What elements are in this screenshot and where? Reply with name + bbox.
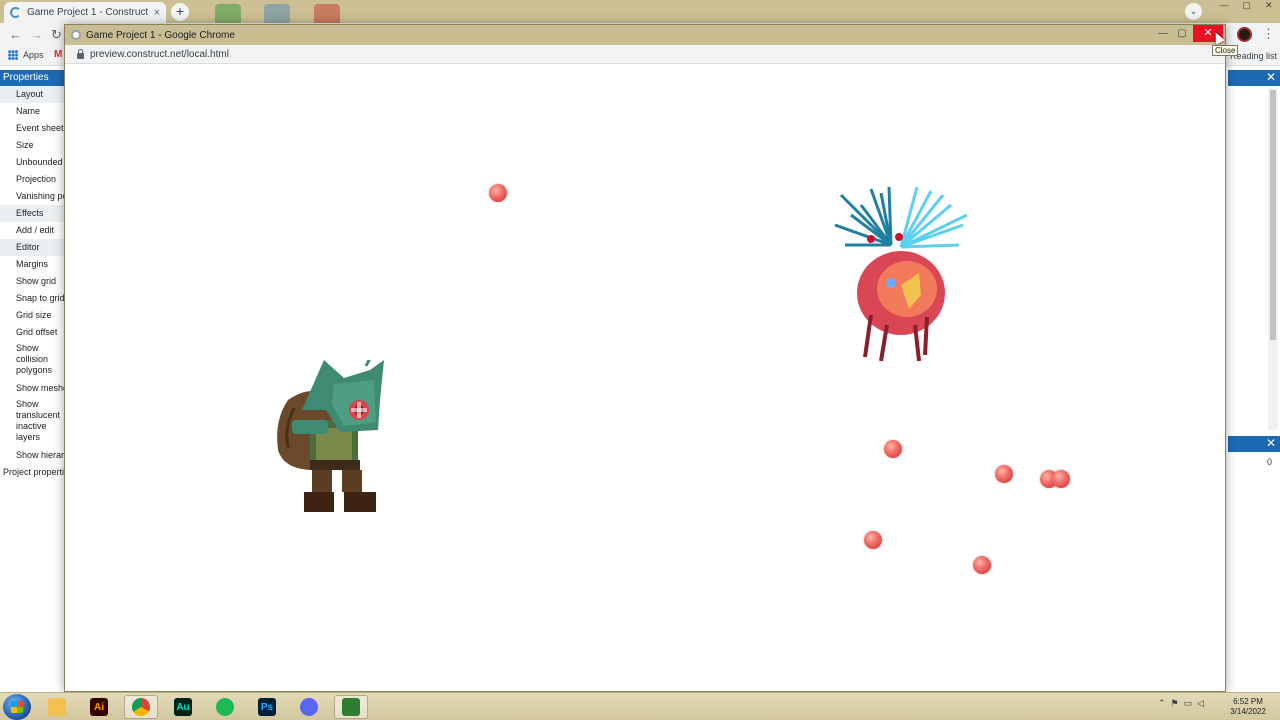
network-icon[interactable]: ▭ [1184,698,1193,709]
scrollbar-thumb[interactable] [1270,90,1276,340]
clock-date: 3/14/2022 [1230,707,1266,716]
property-section-header: Layout [0,86,66,103]
property-item[interactable]: Project properties [0,464,66,478]
chrome-menu-icon[interactable]: ⋮ [1262,26,1275,42]
property-item[interactable]: Show translucent inactive layers [0,397,66,447]
property-item[interactable]: Projection [0,171,66,188]
reload-icon[interactable]: ↻ [51,27,62,43]
gmail-icon[interactable]: M [54,49,62,60]
taskbar-illustrator-button[interactable]: Ai [82,695,116,719]
preview-window: Game Project 1 - Google Chrome — ▢ ✕ pre… [64,24,1226,692]
close-tooltip: Close [1212,45,1239,56]
property-item[interactable]: Show hierarchy [0,447,66,464]
tab-search-icon[interactable]: ⌄ [1185,3,1202,20]
property-section-header: Editor [0,239,66,256]
taskbar-chrome-button[interactable] [124,695,158,719]
flag-icon[interactable]: ⚑ [1171,698,1179,709]
game-canvas[interactable] [67,65,1223,689]
properties-list: Layout Name Event sheet Size Unbounded Projec… [0,86,66,478]
goblin-player-sprite [277,360,384,512]
projectile-orb [995,465,1013,483]
maximize-button[interactable]: ▢ [1172,27,1192,41]
taskbar-spotify-button[interactable] [208,695,242,719]
winged-bug-enemy-sprite [834,186,968,362]
property-item[interactable]: Margins [0,256,66,273]
property-item[interactable]: Show meshes [0,380,66,397]
projectile-orb [864,531,882,549]
projectile-orb [489,184,507,202]
taskbar-grid-app-button[interactable] [334,695,368,719]
property-item[interactable]: Add / edit [0,222,66,239]
profile-avatar[interactable] [1237,27,1252,42]
property-item[interactable]: Vanishing po [0,188,66,205]
chrome-icon [132,698,150,716]
background-window-controls: — ▢ ✕ [1213,0,1280,14]
right-panel-header: ✕ [1228,70,1280,86]
start-button[interactable] [3,694,31,720]
close-icon[interactable]: ✕ [1266,70,1276,84]
spotify-icon [216,698,234,716]
properties-header: Properties [0,70,66,86]
taskbar-photoshop-button[interactable]: Ps [250,695,284,719]
system-clock[interactable]: 6:52 PM 3/14/2022 [1220,697,1276,717]
new-tab-button[interactable]: + [171,3,189,21]
windows-taskbar: Ai Au Ps ⌃ ⚑ ▭ ◁ 6:52 PM 3/14/2022 [0,692,1280,720]
volume-icon[interactable]: ◁ [1197,698,1204,709]
tray-expand-icon[interactable]: ⌃ [1158,698,1166,709]
taskbar-audition-button[interactable]: Au [166,695,200,719]
right-panel-scrollbar[interactable] [1268,88,1278,430]
property-section-header: Effects [0,205,66,222]
grid-app-icon [342,698,360,716]
construct-favicon-icon [10,7,21,18]
lock-icon [77,48,84,59]
taskbar-discord-button[interactable] [292,695,326,719]
chrome-favicon-icon [71,30,81,40]
preview-title-bar[interactable]: Game Project 1 - Google Chrome [65,25,1225,45]
property-item[interactable]: Event sheet [0,120,66,137]
background-tab-strip: Game Project 1 - Construct 3 × + ⌄ — ▢ ✕ [0,0,1280,26]
photoshop-icon: Ps [258,698,276,716]
maximize-icon[interactable]: ▢ [1235,0,1257,14]
property-item[interactable]: Show grid [0,273,66,290]
back-arrow-icon[interactable]: ← [9,27,22,42]
property-item[interactable]: Grid size [0,307,66,324]
tab-close-icon[interactable]: × [154,7,160,19]
close-icon[interactable]: ✕ [1258,0,1280,14]
system-tray: ⌃ ⚑ ▭ ◁ [1158,698,1204,709]
minimize-icon[interactable]: — [1213,0,1235,14]
preview-window-title: Game Project 1 - Google Chrome [86,29,235,41]
property-item[interactable]: Unbounded [0,154,66,171]
bookmark-apps[interactable]: Apps [8,50,44,60]
projectile-orb [884,440,902,458]
forward-arrow-icon[interactable]: → [30,27,43,42]
projectile-orb [1052,470,1070,488]
background-tab[interactable]: Game Project 1 - Construct 3 × [4,2,166,23]
property-item[interactable]: Grid offset [0,324,66,341]
discord-icon [300,698,318,716]
apps-grid-icon [8,50,18,60]
bookmark-apps-label: Apps [23,50,44,60]
right-panel-value: 0 [1267,457,1273,467]
right-panel-header-2: ✕ [1228,436,1280,452]
close-icon[interactable]: ✕ [1266,436,1276,450]
property-item[interactable]: Show collision polygons [0,341,66,380]
property-item[interactable]: Snap to grid [0,290,66,307]
taskbar-file-explorer-button[interactable] [40,695,74,719]
illustrator-icon: Ai [90,698,108,716]
property-item[interactable]: Name [0,103,66,120]
preview-url: preview.construct.net/local.html [90,48,229,60]
minimize-button[interactable]: — [1153,27,1173,41]
clock-time: 6:52 PM [1233,697,1263,706]
property-item[interactable]: Size [0,137,66,154]
background-tab-title: Game Project 1 - Construct 3 [27,7,148,18]
file-explorer-icon [48,698,66,716]
preview-address-bar[interactable]: preview.construct.net/local.html [65,45,1225,64]
audition-icon: Au [174,698,192,716]
projectile-orb [973,556,991,574]
